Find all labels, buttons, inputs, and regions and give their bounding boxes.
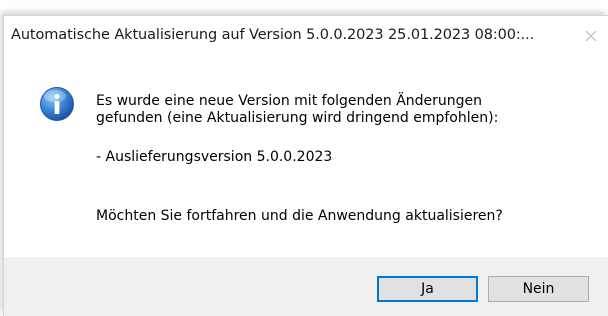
window-title: Automatische Aktualisierung auf Version … bbox=[11, 27, 535, 43]
change-list-item: - Auslieferungsversion 5.0.0.2023 bbox=[96, 149, 333, 165]
title-bar[interactable]: Automatische Aktualisierung auf Version … bbox=[4, 16, 608, 56]
close-icon bbox=[585, 30, 597, 42]
screen: Automatische Aktualisierung auf Version … bbox=[0, 0, 608, 316]
message-line-2: gefunden (eine Aktualisierung wird dring… bbox=[96, 110, 499, 126]
confirmation-question: Möchten Sie fortfahren und die Anwendung… bbox=[96, 208, 503, 224]
dialog-content: Es wurde eine neue Version mit folgenden… bbox=[4, 56, 608, 257]
button-bar: Ja Nein bbox=[4, 257, 608, 316]
update-dialog: Automatische Aktualisierung auf Version … bbox=[3, 15, 608, 316]
yes-button[interactable]: Ja bbox=[377, 276, 478, 302]
background-strip bbox=[0, 0, 608, 15]
no-button[interactable]: Nein bbox=[488, 276, 589, 302]
close-button[interactable] bbox=[576, 22, 606, 50]
info-icon bbox=[40, 87, 74, 121]
message-line-1: Es wurde eine neue Version mit folgenden… bbox=[96, 93, 483, 109]
